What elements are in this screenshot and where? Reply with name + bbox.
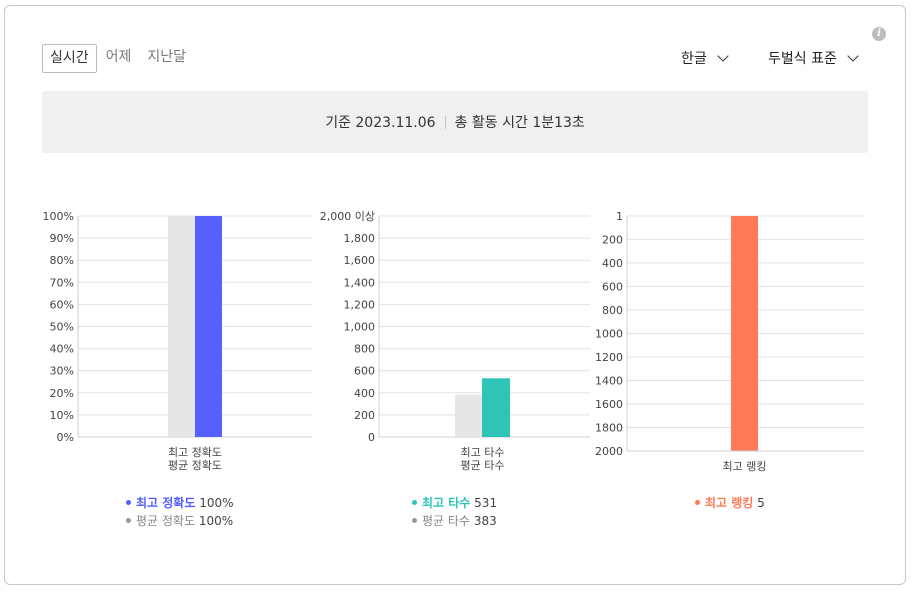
legend-dot-icon [412,500,417,505]
language-value: 한글 [681,51,707,67]
legend-item-best-ranking: 최고 랭킹 5 [695,494,765,512]
legend-dot-icon [126,500,131,505]
legend-value: 5 [757,496,765,510]
legend-item-avg-speed: 평균 타수 383 [412,512,497,530]
tab-yesterday[interactable]: 어제 [99,44,139,73]
accuracy-legend: 최고 정확도 100% 평균 정확도 100% [126,494,234,530]
legend-item-best-accuracy: 최고 정확도 100% [126,494,234,512]
period-tabs: 실시간 어제 지난달 [42,44,195,73]
legend-dot-icon [695,500,700,505]
legend-label: 최고 정확도 [136,496,196,510]
layout-dropdown[interactable]: 두벌식 표준 [768,48,859,68]
legend-value: 100% [198,514,234,528]
summary-date: 기준 2023.11.06 [325,115,436,131]
chevron-down-icon [717,49,729,62]
legend-dot-icon [412,518,417,523]
speed-legend: 최고 타수 531 평균 타수 383 [412,494,497,530]
info-icon[interactable]: i [872,27,886,41]
legend-label: 최고 타수 [422,496,471,510]
legend-item-avg-accuracy: 평균 정확도 100% [126,512,234,530]
summary-divider [444,115,446,129]
legend-dot-icon [126,518,131,523]
language-dropdown[interactable]: 한글 [681,48,729,68]
legend-label: 평균 정확도 [136,514,196,528]
legend-value: 100% [199,496,234,510]
legend-value: 383 [473,514,497,528]
tab-realtime[interactable]: 실시간 [42,44,97,73]
layout-value: 두벌식 표준 [768,51,837,67]
legend-value: 531 [474,496,498,510]
legend-label: 평균 타수 [422,514,470,528]
ranking-legend: 최고 랭킹 5 [695,494,765,512]
summary-bar: 기준 2023.11.06 총 활동 시간 1분13초 [42,91,868,153]
chevron-down-icon [847,49,859,62]
summary-time: 총 활동 시간 1분13초 [454,115,585,131]
tab-last-month[interactable]: 지난달 [140,44,193,73]
legend-label: 최고 랭킹 [705,496,754,510]
legend-item-best-speed: 최고 타수 531 [412,494,497,512]
